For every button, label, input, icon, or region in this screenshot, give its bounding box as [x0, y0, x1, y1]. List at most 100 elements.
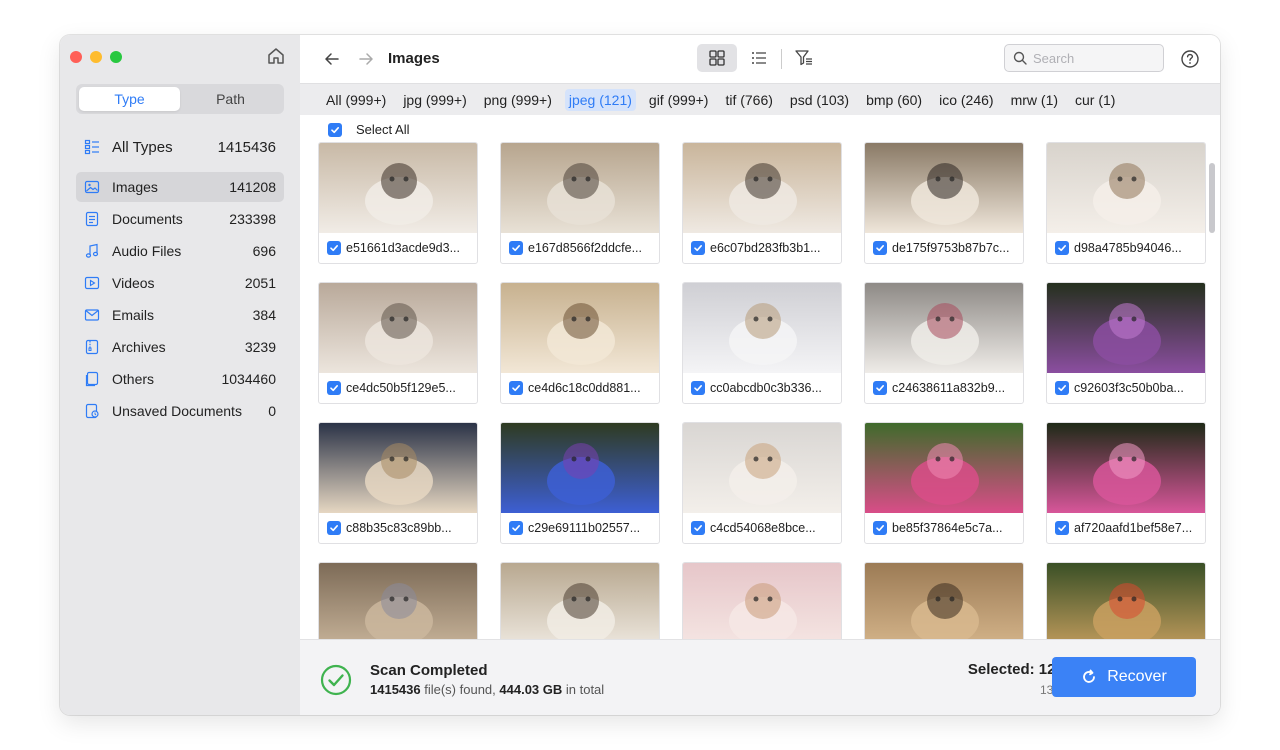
file-checkbox[interactable]	[509, 241, 523, 255]
tab-path[interactable]: Path	[180, 87, 281, 111]
zoom-window-button[interactable]	[110, 51, 122, 63]
thumbnail-image	[683, 423, 841, 513]
file-thumbnail-card[interactable]	[318, 562, 478, 639]
sidebar-item-others[interactable]: Others 1034460	[76, 364, 284, 394]
list-view-button[interactable]	[739, 44, 779, 72]
tab-type[interactable]: Type	[79, 87, 180, 111]
sidebar-mode-switch: Type Path	[76, 84, 284, 114]
file-type-list: All Types 1415436 Images 141208 Document…	[76, 132, 284, 426]
grid-list-icon	[84, 139, 99, 155]
files-found-text: file(s) found,	[420, 682, 500, 697]
sidebar-item-count: 696	[252, 243, 276, 259]
ext-filter-png[interactable]: png (999+)	[480, 89, 556, 111]
file-name-row: c88b35c83c89bb...	[327, 521, 452, 535]
thumbnail-image	[319, 423, 477, 513]
file-thumbnail-card[interactable]: ce4d6c18c0dd881...	[500, 282, 660, 404]
file-name: ce4dc50b5f129e5...	[346, 381, 456, 395]
sidebar-item-images[interactable]: Images 141208	[76, 172, 284, 202]
file-name: d98a4785b94046...	[1074, 241, 1182, 255]
file-thumbnail-card[interactable]	[864, 562, 1024, 639]
file-checkbox[interactable]	[509, 381, 523, 395]
file-checkbox[interactable]	[1055, 521, 1069, 535]
sidebar-item-unsaved-documents[interactable]: Unsaved Documents 0	[76, 396, 284, 426]
recover-button[interactable]: Recover	[1052, 657, 1196, 697]
ext-filter-bmp[interactable]: bmp (60)	[862, 89, 926, 111]
sidebar-item-archives[interactable]: Archives 3239	[76, 332, 284, 362]
thumbnail-image	[1047, 423, 1205, 513]
file-thumbnail-card[interactable]: c4cd54068e8bce...	[682, 422, 842, 544]
file-checkbox[interactable]	[327, 521, 341, 535]
file-name: c88b35c83c89bb...	[346, 521, 452, 535]
file-thumbnail-card[interactable]	[500, 562, 660, 639]
search-input[interactable]	[1033, 50, 1153, 66]
thumbnail-image	[319, 283, 477, 373]
file-thumbnail-card[interactable]: e6c07bd283fb3b1...	[682, 142, 842, 264]
minimize-window-button[interactable]	[90, 51, 102, 63]
file-thumbnail-card[interactable]: c29e69111b02557...	[500, 422, 660, 544]
sidebar-item-emails[interactable]: Emails 384	[76, 300, 284, 330]
file-checkbox[interactable]	[1055, 241, 1069, 255]
ext-filter-ico[interactable]: ico (246)	[935, 89, 997, 111]
file-thumbnail-card[interactable]: c24638611a832b9...	[864, 282, 1024, 404]
home-icon[interactable]	[265, 45, 287, 67]
file-thumbnail-card[interactable]: de175f9753b87b7c...	[864, 142, 1024, 264]
envelope-icon	[84, 309, 100, 321]
select-all-checkbox[interactable]: Select All	[328, 122, 409, 137]
file-thumbnail-card[interactable]: ce4dc50b5f129e5...	[318, 282, 478, 404]
file-checkbox[interactable]	[873, 521, 887, 535]
filter-button[interactable]	[784, 44, 824, 72]
archive-icon	[85, 339, 99, 355]
file-name-row: d98a4785b94046...	[1055, 241, 1182, 255]
file-checkbox[interactable]	[327, 381, 341, 395]
file-thumbnail-card[interactable]	[1046, 562, 1206, 639]
sidebar-item-videos[interactable]: Videos 2051	[76, 268, 284, 298]
file-thumbnail-card[interactable]: e167d8566f2ddcfe...	[500, 142, 660, 264]
help-icon[interactable]	[1180, 49, 1200, 69]
file-checkbox[interactable]	[327, 241, 341, 255]
ext-filter-cur[interactable]: cur (1)	[1071, 89, 1119, 111]
ext-filter-jpg[interactable]: jpg (999+)	[399, 89, 470, 111]
ext-filter-mrw[interactable]: mrw (1)	[1007, 89, 1062, 111]
ext-filter-gif[interactable]: gif (999+)	[645, 89, 713, 111]
file-checkbox[interactable]	[873, 381, 887, 395]
file-checkbox[interactable]	[691, 241, 705, 255]
close-window-button[interactable]	[70, 51, 82, 63]
ext-filter-psd[interactable]: psd (103)	[786, 89, 853, 111]
file-name-row: cc0abcdb0c3b336...	[691, 381, 822, 395]
file-name: e167d8566f2ddcfe...	[528, 241, 642, 255]
forward-arrow-icon[interactable]	[356, 49, 376, 69]
file-thumbnail-card[interactable]: cc0abcdb0c3b336...	[682, 282, 842, 404]
ext-filter-tif[interactable]: tif (766)	[721, 89, 776, 111]
grid-view-button[interactable]	[697, 44, 737, 72]
sidebar-item-label: Audio Files	[112, 243, 182, 259]
thumbnail-image	[865, 283, 1023, 373]
file-thumbnail-card[interactable]: c92603f3c50b0ba...	[1046, 282, 1206, 404]
sidebar-item-documents[interactable]: Documents 233398	[76, 204, 284, 234]
sidebar-item-count: 2051	[244, 275, 276, 291]
select-all-label: Select All	[356, 122, 410, 137]
file-thumbnail-card[interactable]: c88b35c83c89bb...	[318, 422, 478, 544]
file-thumbnail-card[interactable]	[682, 562, 842, 639]
image-icon	[84, 180, 100, 194]
scrollbar[interactable]	[1209, 163, 1215, 233]
ext-filter-jpeg[interactable]: jpeg (121)	[564, 88, 636, 111]
file-grid-area: Select All e51661d3acde9d3... e167d8566f2…	[300, 115, 1220, 639]
file-checkbox[interactable]	[873, 241, 887, 255]
checkbox-checked-icon	[328, 122, 342, 137]
sidebar-item-count: 1415436	[217, 138, 276, 156]
file-checkbox[interactable]	[691, 521, 705, 535]
sidebar-item-audio-files[interactable]: Audio Files 696	[76, 236, 284, 266]
file-thumbnail-card[interactable]: af720aafd1bef58e7...	[1046, 422, 1206, 544]
file-thumbnail-card[interactable]: e51661d3acde9d3...	[318, 142, 478, 264]
back-arrow-icon[interactable]	[322, 49, 342, 69]
file-thumbnail-card[interactable]: be85f37864e5c7a...	[864, 422, 1024, 544]
file-checkbox[interactable]	[691, 381, 705, 395]
file-checkbox[interactable]	[1055, 381, 1069, 395]
music-note-icon	[85, 243, 99, 258]
file-thumbnail-card[interactable]: d98a4785b94046...	[1046, 142, 1206, 264]
sidebar-item-all-types[interactable]: All Types 1415436	[76, 132, 284, 162]
file-name: cc0abcdb0c3b336...	[710, 381, 822, 395]
thumbnail-image	[683, 143, 841, 233]
ext-filter-all[interactable]: All (999+)	[322, 89, 390, 111]
file-checkbox[interactable]	[509, 521, 523, 535]
